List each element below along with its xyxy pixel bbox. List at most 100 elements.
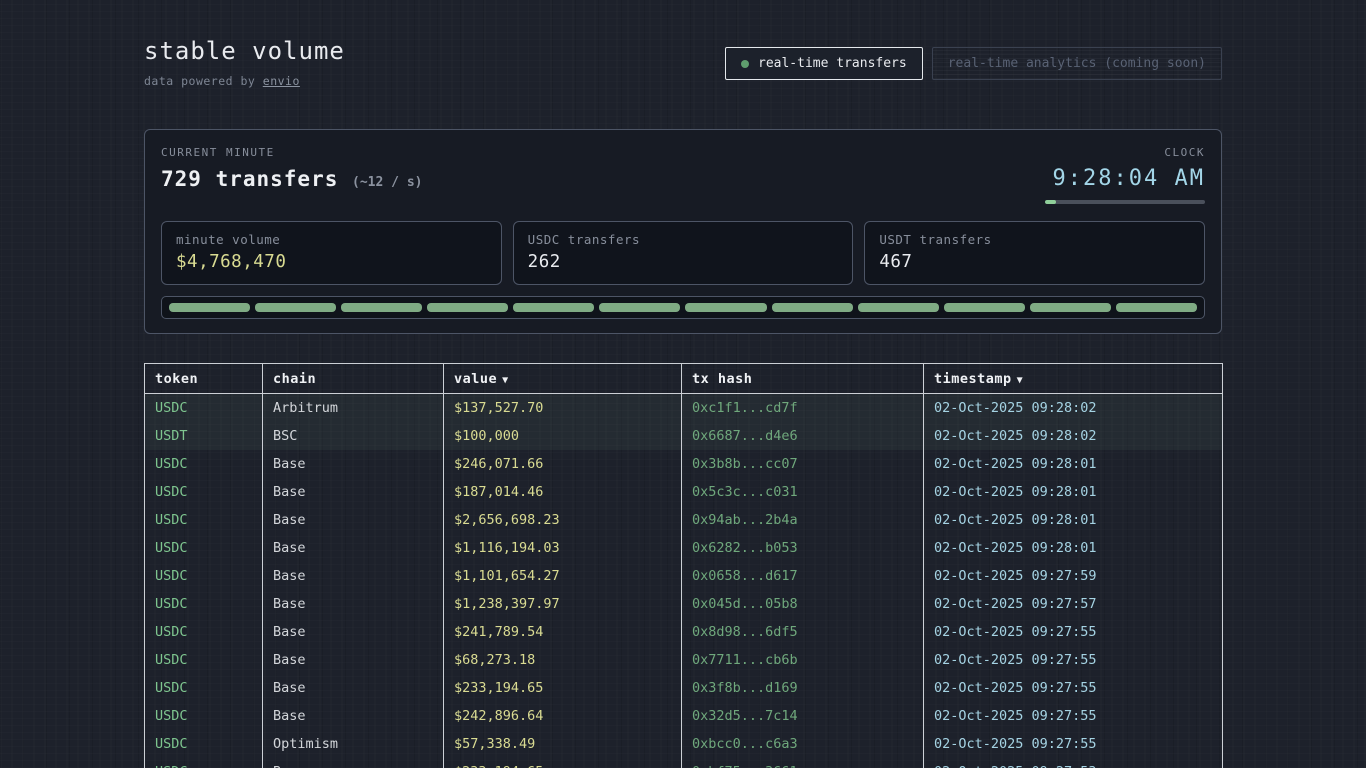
minute-progress-fill (1045, 200, 1056, 204)
chain-cell: Base (263, 562, 444, 590)
value-cell: $137,527.70 (444, 394, 682, 423)
tx-hash-link[interactable]: 0x045d...05b8 (682, 590, 924, 618)
transfers-table-body: USDC Arbitrum $137,527.70 0xc1f1...cd7f … (145, 394, 1223, 768)
live-dot-icon (741, 60, 749, 68)
token-cell: USDC (145, 590, 263, 618)
tx-hash-link[interactable]: 0xbcc0...c6a3 (682, 730, 924, 758)
table-row: USDC Optimism $57,338.49 0xbcc0...c6a3 0… (145, 730, 1223, 758)
tab-realtime-transfers[interactable]: real-time transfers (725, 47, 923, 80)
title-block: stable volume data powered by envio (144, 37, 345, 88)
activity-bar (599, 303, 680, 312)
value-cell: $233,194.65 (444, 758, 682, 768)
timestamp-cell: 02-Oct-2025 09:28:01 (924, 506, 1223, 534)
value-cell: $233,194.65 (444, 674, 682, 702)
value-cell: $1,116,194.03 (444, 534, 682, 562)
activity-bar (1030, 303, 1111, 312)
activity-bar (427, 303, 508, 312)
topbar: stable volume data powered by envio real… (144, 0, 1222, 88)
stat-box-minute-volume: minute volume $4,768,470 (161, 221, 502, 285)
timestamp-cell: 02-Oct-2025 09:27:57 (924, 590, 1223, 618)
stat-boxes: minute volume $4,768,470 USDC transfers … (161, 221, 1205, 285)
chain-cell: Base (263, 674, 444, 702)
value-cell: $57,338.49 (444, 730, 682, 758)
timestamp-cell: 02-Oct-2025 09:27:55 (924, 618, 1223, 646)
timestamp-cell: 02-Oct-2025 09:27:55 (924, 702, 1223, 730)
chain-cell: Base (263, 506, 444, 534)
tx-hash-link[interactable]: 0x5c3c...c031 (682, 478, 924, 506)
table-row: USDC Arbitrum $137,527.70 0xc1f1...cd7f … (145, 394, 1223, 423)
value-cell: $242,896.64 (444, 702, 682, 730)
tx-hash-link[interactable]: 0x8d98...6df5 (682, 618, 924, 646)
table-row: USDC Base $233,194.65 0x3f8b...d169 02-O… (145, 674, 1223, 702)
token-cell: USDC (145, 450, 263, 478)
transfers-rate: (~12 / s) (352, 175, 422, 190)
table-row: USDC Base $246,071.66 0x3b8b...cc07 02-O… (145, 450, 1223, 478)
activity-bar (169, 303, 250, 312)
token-cell: USDC (145, 702, 263, 730)
token-cell: USDC (145, 618, 263, 646)
clock-block: CLOCK 9:28:04 AM (1045, 146, 1205, 204)
column-header-chain: chain (263, 364, 444, 394)
token-cell: USDT (145, 422, 263, 450)
tx-hash-link[interactable]: 0x3f8b...d169 (682, 674, 924, 702)
token-cell: USDC (145, 562, 263, 590)
table-header-row: token chain value▼ tx hash timestamp▼ (145, 364, 1223, 394)
tx-hash-link[interactable]: 0x32d5...7c14 (682, 702, 924, 730)
value-cell: $100,000 (444, 422, 682, 450)
column-header-timestamp[interactable]: timestamp▼ (924, 364, 1223, 394)
envio-link[interactable]: envio (263, 74, 300, 88)
table-row: USDC Base $241,789.54 0x8d98...6df5 02-O… (145, 618, 1223, 646)
current-minute-panel: CURRENT MINUTE 729 transfers (~12 / s) C… (144, 129, 1222, 334)
activity-bar (1116, 303, 1197, 312)
activity-bar (858, 303, 939, 312)
transfers-stat: CURRENT MINUTE 729 transfers (~12 / s) (161, 146, 422, 191)
usdc-transfers-value: 262 (528, 252, 839, 272)
tx-hash-link[interactable]: 0x6687...d4e6 (682, 422, 924, 450)
token-cell: USDC (145, 674, 263, 702)
column-header-token: token (145, 364, 263, 394)
minute-progress-bar (1045, 200, 1205, 204)
token-cell: USDC (145, 758, 263, 768)
table-row: USDC Base $2,656,698.23 0x94ab...2b4a 02… (145, 506, 1223, 534)
value-cell: $1,101,654.27 (444, 562, 682, 590)
timestamp-cell: 02-Oct-2025 09:27:55 (924, 730, 1223, 758)
page-title: stable volume (144, 37, 345, 65)
table-row: USDT BSC $100,000 0x6687...d4e6 02-Oct-2… (145, 422, 1223, 450)
timestamp-cell: 02-Oct-2025 09:27:55 (924, 674, 1223, 702)
chain-cell: Base (263, 478, 444, 506)
tx-hash-link[interactable]: 0x3b8b...cc07 (682, 450, 924, 478)
value-cell: $246,071.66 (444, 450, 682, 478)
timestamp-cell: 02-Oct-2025 09:28:01 (924, 534, 1223, 562)
timestamp-cell: 02-Oct-2025 09:27:55 (924, 646, 1223, 674)
tx-hash-link[interactable]: 0x0658...d617 (682, 562, 924, 590)
chain-cell: Base (263, 758, 444, 768)
table-row: USDC Base $242,896.64 0x32d5...7c14 02-O… (145, 702, 1223, 730)
sort-desc-icon: ▼ (502, 375, 509, 386)
token-cell: USDC (145, 534, 263, 562)
chain-cell: BSC (263, 422, 444, 450)
clock-label: CLOCK (1045, 146, 1205, 159)
table-row: USDC Base $187,014.46 0x5c3c...c031 02-O… (145, 478, 1223, 506)
table-row: USDC Base $233,194.65 0xbf75...3661 02-O… (145, 758, 1223, 768)
page: stable volume data powered by envio real… (0, 0, 1366, 768)
table-row: USDC Base $68,273.18 0x7711...cb6b 02-Oc… (145, 646, 1223, 674)
value-cell: $1,238,397.97 (444, 590, 682, 618)
tab-realtime-analytics[interactable]: real-time analytics (coming soon) (932, 47, 1222, 80)
tx-hash-link[interactable]: 0x94ab...2b4a (682, 506, 924, 534)
column-header-value[interactable]: value▼ (444, 364, 682, 394)
tx-hash-link[interactable]: 0x6282...b053 (682, 534, 924, 562)
activity-bar (341, 303, 422, 312)
tx-hash-link[interactable]: 0x7711...cb6b (682, 646, 924, 674)
activity-bar (772, 303, 853, 312)
activity-bar (255, 303, 336, 312)
current-minute-label: CURRENT MINUTE (161, 146, 422, 159)
transfers-table: token chain value▼ tx hash timestamp▼ US… (144, 363, 1223, 768)
tx-hash-link[interactable]: 0xc1f1...cd7f (682, 394, 924, 423)
chain-cell: Optimism (263, 730, 444, 758)
tx-hash-link[interactable]: 0xbf75...3661 (682, 758, 924, 768)
value-cell: $68,273.18 (444, 646, 682, 674)
activity-bar (685, 303, 766, 312)
token-cell: USDC (145, 394, 263, 423)
timestamp-cell: 02-Oct-2025 09:28:01 (924, 478, 1223, 506)
token-cell: USDC (145, 506, 263, 534)
